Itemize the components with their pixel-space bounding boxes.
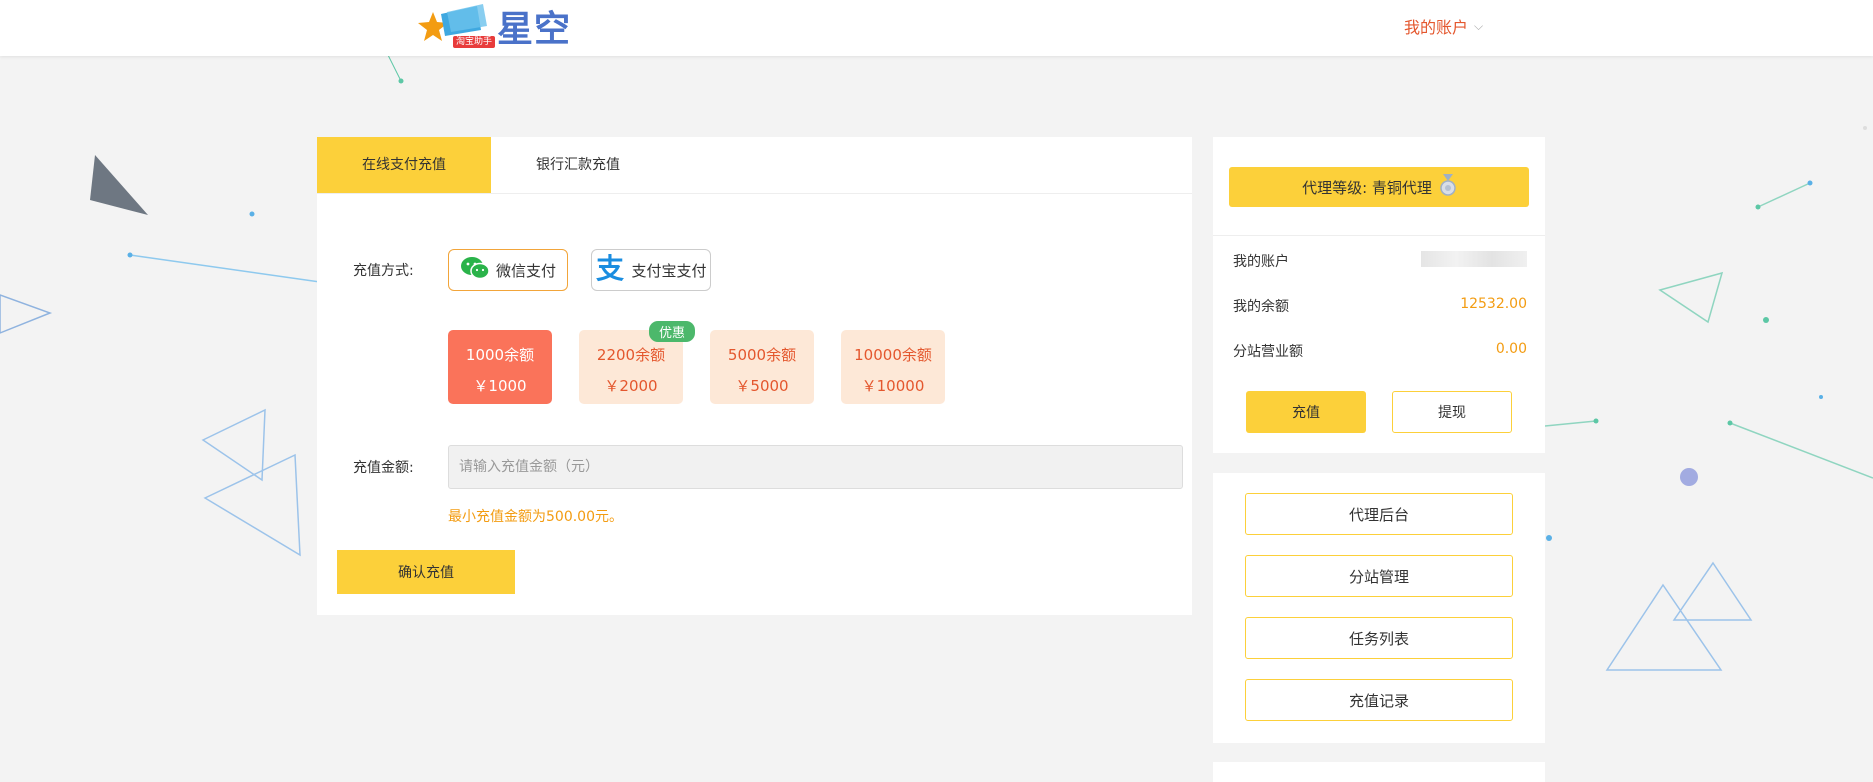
- package-balance: 2200余额: [596, 346, 666, 364]
- package-balance: 10000余额: [854, 346, 932, 364]
- top-navigation-bar: 淘宝助手 星空 我的账户 ⌵: [0, 0, 1873, 56]
- package-balance: 1000余额: [465, 346, 535, 364]
- recharge-button[interactable]: 充值: [1246, 391, 1366, 433]
- wechat-pay-label: 微信支付: [495, 261, 556, 280]
- wechat-pay-button[interactable]: 微信支付: [448, 249, 568, 291]
- recharge-records-button[interactable]: 充值记录: [1245, 679, 1513, 721]
- promo-badge: 优惠: [648, 321, 695, 342]
- tab-online-payment[interactable]: 在线支付充值: [317, 137, 491, 193]
- agent-level-text: 代理等级: 青铜代理: [1302, 178, 1432, 197]
- account-row: 我的账户: [1233, 251, 1527, 271]
- alipay-label: 支付宝支付: [631, 261, 707, 280]
- substation-revenue-label: 分站营业额: [1233, 344, 1303, 360]
- logo-badge: 淘宝助手: [453, 36, 495, 48]
- substation-revenue-row: 分站营业额 0.00: [1233, 341, 1527, 361]
- account-menu-label: 我的账户: [1404, 18, 1469, 37]
- package-price: ￥2000: [604, 377, 658, 395]
- task-list-button[interactable]: 任务列表: [1245, 617, 1513, 659]
- withdraw-button[interactable]: 提现: [1392, 391, 1512, 433]
- package-price: ￥10000: [861, 377, 925, 395]
- wechat-icon: [460, 256, 490, 284]
- site-logo[interactable]: 淘宝助手 星空: [415, 2, 571, 50]
- confirm-recharge-button[interactable]: 确认充值: [337, 550, 515, 594]
- logo-star-icon: 淘宝助手: [415, 2, 495, 50]
- balance-row: 我的余额 12532.00: [1233, 296, 1527, 316]
- logo-text: 星空: [497, 9, 572, 50]
- balance-value: 12532.00: [1460, 296, 1527, 312]
- tab-bank-transfer[interactable]: 银行汇款充值: [491, 137, 665, 193]
- divider: [1213, 235, 1545, 236]
- account-menu[interactable]: 我的账户 ⌵: [1404, 14, 1483, 38]
- agent-backend-button[interactable]: 代理后台: [1245, 493, 1513, 535]
- alipay-button[interactable]: 支 支付宝支付: [591, 249, 711, 291]
- package-10000[interactable]: 10000余额 ￥10000: [841, 330, 945, 404]
- substation-management-button[interactable]: 分站管理: [1245, 555, 1513, 597]
- agent-level-bar: 代理等级: 青铜代理: [1229, 167, 1529, 207]
- package-5000[interactable]: 5000余额 ￥5000: [710, 330, 814, 404]
- recharge-panel: 在线支付充值 银行汇款充值 充值方式: 微信支付 支 支付宝支付 1000余额 …: [317, 137, 1192, 615]
- minimum-amount-hint: 最小充值金额为500.00元。: [448, 509, 623, 525]
- balance-label: 我的余额: [1233, 299, 1289, 315]
- bronze-medal-icon: [1440, 174, 1456, 200]
- substation-revenue-value: 0.00: [1495, 341, 1527, 357]
- amount-label: 充值金额:: [353, 460, 414, 476]
- payment-method-label: 充值方式:: [353, 263, 414, 279]
- package-1000[interactable]: 1000余额 ￥1000: [448, 330, 552, 404]
- alipay-icon: 支: [595, 252, 625, 286]
- account-label: 我的账户: [1233, 254, 1289, 270]
- agent-menu-panel: 代理后台 分站管理 任务列表 充值记录: [1213, 473, 1545, 743]
- package-2200[interactable]: 优惠 2200余额 ￥2000: [579, 321, 695, 404]
- account-summary-panel: 代理等级: 青铜代理 我的账户 我的余额 12532.00 分站营业额 0.00…: [1213, 137, 1545, 453]
- recharge-tabs: 在线支付充值 银行汇款充值: [317, 137, 1192, 194]
- chevron-down-icon: ⌵: [1474, 18, 1484, 33]
- package-price: ￥5000: [735, 377, 789, 395]
- package-price: ￥1000: [473, 377, 527, 395]
- sidebar-panel-partial: [1213, 762, 1545, 782]
- account-value-masked: [1421, 251, 1527, 267]
- svg-text:支: 支: [596, 254, 624, 282]
- package-balance: 5000余额: [727, 346, 797, 364]
- amount-input[interactable]: [448, 445, 1183, 489]
